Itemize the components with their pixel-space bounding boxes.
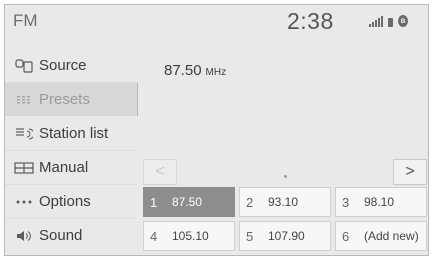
preset-2-button[interactable]: 2 93.10 xyxy=(239,187,331,217)
preset-frequency: 98.10 xyxy=(364,195,395,209)
preset-number: 5 xyxy=(246,228,254,244)
chevron-right-icon: > xyxy=(405,163,415,180)
options-icon xyxy=(13,200,35,204)
sidebar-item-label: Sound xyxy=(39,227,83,244)
preset-frequency: 107.90 xyxy=(268,229,305,243)
presets-icon xyxy=(13,95,35,104)
frequency-unit: MHz xyxy=(205,67,227,78)
sidebar-item-label: Station list xyxy=(39,125,109,142)
sidebar-item-sound[interactable]: Sound xyxy=(5,219,137,252)
sidebar-item-label: Source xyxy=(39,57,87,74)
preset-frequency: 87.50 xyxy=(172,195,203,209)
preset-number: 6 xyxy=(342,228,350,244)
sidebar-item-label: Manual xyxy=(39,159,89,176)
preset-number: 2 xyxy=(246,194,254,210)
preset-5-button[interactable]: 5 107.90 xyxy=(239,221,331,251)
preset-6-add-new-button[interactable]: 6 (Add new) xyxy=(335,221,427,251)
chevron-left-icon: < xyxy=(155,163,165,180)
bluetooth-icon: ʙ xyxy=(398,15,408,27)
preset-number: 4 xyxy=(150,228,158,244)
preset-number: 1 xyxy=(150,194,158,210)
preset-number: 3 xyxy=(342,194,350,210)
sidebar-item-presets[interactable]: Presets xyxy=(5,83,138,116)
source-title: FM xyxy=(13,11,38,30)
sidebar-item-label: Presets xyxy=(39,91,90,108)
frequency-value: 87.50 xyxy=(164,62,202,79)
sidebar-item-label: Options xyxy=(39,193,91,210)
preset-1-button[interactable]: 1 87.50 xyxy=(143,187,235,217)
clock: 2:38 xyxy=(287,8,334,34)
sidebar-item-station-list[interactable]: Station list xyxy=(5,117,137,150)
preset-frequency: 93.10 xyxy=(268,195,299,209)
sidebar-item-manual[interactable]: Manual xyxy=(5,151,137,184)
battery-icon xyxy=(388,18,393,27)
radio-screen: FM 2:38 ʙ Source Presets Station list Ma… xyxy=(4,4,429,256)
source-icon xyxy=(13,58,35,73)
preset-4-button[interactable]: 4 105.10 xyxy=(143,221,235,251)
manual-icon xyxy=(13,161,35,174)
preset-3-button[interactable]: 3 98.10 xyxy=(335,187,427,217)
sound-icon xyxy=(13,230,35,242)
page-indicator xyxy=(284,175,287,178)
next-page-button[interactable]: > xyxy=(393,159,427,185)
frequency-display: 87.50 MHz xyxy=(164,62,226,79)
previous-page-button[interactable]: < xyxy=(143,159,177,185)
sidebar-menu: Source Presets Station list Manual Optio… xyxy=(5,49,138,255)
header-bar: FM 2:38 ʙ xyxy=(5,5,428,37)
station-list-icon xyxy=(13,127,35,141)
sidebar-item-source[interactable]: Source xyxy=(5,49,137,82)
status-icons: ʙ xyxy=(369,15,408,27)
preset-frequency: 105.10 xyxy=(172,229,209,243)
preset-frequency: (Add new) xyxy=(364,229,419,243)
sidebar-item-options[interactable]: Options xyxy=(5,185,137,218)
signal-icon xyxy=(369,16,383,27)
